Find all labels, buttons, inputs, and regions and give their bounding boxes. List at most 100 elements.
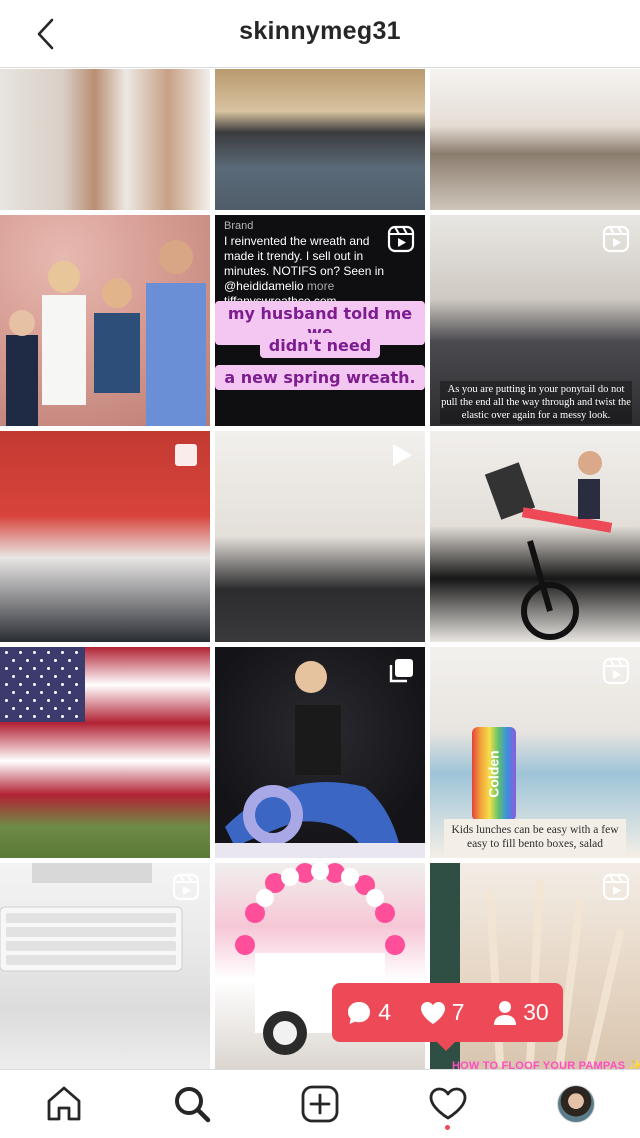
square-icon (175, 444, 197, 466)
flag-star (54, 691, 57, 694)
flag-star (19, 683, 22, 686)
profile-username-title: skinnymeg31 (239, 17, 401, 45)
search-icon (175, 1087, 211, 1123)
flag-star (33, 715, 36, 718)
flag-star (75, 667, 78, 670)
flag-star (5, 683, 8, 686)
flag-canton (0, 647, 85, 722)
comments-count-label: 4 (378, 999, 392, 1025)
flag-star (33, 651, 36, 654)
post-tile-3[interactable] (430, 69, 640, 210)
reels-icon (602, 225, 630, 253)
flag-star (33, 683, 36, 686)
flag-star (47, 699, 50, 702)
flag-star (19, 715, 22, 718)
flag-star (40, 675, 43, 678)
post-overlay-text: HOW TO FLOOF YOUR PAMPAS ✨ (452, 1060, 640, 1069)
top-bar: skinnymeg31 (0, 0, 640, 68)
bottle-text: Colden (486, 750, 503, 798)
flag-star (47, 667, 50, 670)
followers-count-label: 30 (523, 999, 549, 1025)
flag-star (68, 691, 71, 694)
bike-photo-illustration (484, 451, 613, 640)
flag-star (5, 715, 8, 718)
post-tile-2[interactable] (215, 69, 425, 210)
flag-star (47, 683, 50, 686)
person-icon (494, 1000, 517, 1025)
comment-icon (348, 1001, 371, 1024)
post-tile-13[interactable] (0, 863, 210, 1069)
post-tile-12[interactable]: Colden Kids lunches can be easy with a f… (430, 647, 640, 858)
overlay-text-line-3: a new spring wreath. (215, 365, 425, 390)
bottom-navigation (0, 1069, 640, 1138)
comments-count: 4 (346, 999, 391, 1026)
post-tile-7[interactable] (0, 431, 210, 642)
flag-star (61, 683, 64, 686)
overlay-text-line-2: didn't need (259, 333, 381, 358)
flag-star (61, 715, 64, 718)
flag-star (61, 699, 64, 702)
flag-star (75, 715, 78, 718)
flag-star (19, 699, 22, 702)
post-tile-10[interactable] (0, 647, 210, 858)
flag-star (19, 651, 22, 654)
bottle-graphic: Colden (472, 727, 516, 821)
post-tile-4[interactable] (0, 215, 210, 426)
play-icon (393, 444, 412, 466)
flag-star (54, 659, 57, 662)
flag-star (61, 651, 64, 654)
flag-star (19, 667, 22, 670)
flag-star (26, 675, 29, 678)
flag-star (5, 699, 8, 702)
flag-star (33, 667, 36, 670)
reels-icon (602, 873, 630, 901)
new-post-icon (301, 1085, 339, 1123)
nav-home-button[interactable] (32, 1074, 96, 1134)
flag-star (12, 659, 15, 662)
caption-more-link: more (306, 279, 335, 293)
flag-star (26, 707, 29, 710)
flag-star (12, 691, 15, 694)
flag-star (40, 707, 43, 710)
flag-star (75, 699, 78, 702)
flag-star (40, 691, 43, 694)
post-tile-6[interactable]: As you are putting in your ponytail do n… (430, 215, 640, 426)
activity-indicator-dot (445, 1125, 450, 1130)
activity-notification-bubble[interactable]: 4 7 30 (332, 983, 563, 1051)
reels-icon (172, 873, 200, 901)
nav-activity-button[interactable] (416, 1074, 480, 1134)
post-tile-9[interactable] (430, 431, 640, 642)
post-caption: Brand I reinvented the wreath and made i… (224, 219, 394, 309)
reels-icon (602, 657, 630, 685)
carousel-icon (389, 659, 413, 683)
flag-star (5, 651, 8, 654)
posts-grid: Brand I reinvented the wreath and made i… (0, 69, 640, 1069)
likes-count-label: 7 (451, 999, 465, 1025)
flag-star (54, 707, 57, 710)
post-overlay-text: Kids lunches can be easy with a few easy… (444, 819, 626, 855)
heart-icon (420, 1001, 445, 1024)
flag-star (68, 659, 71, 662)
flag-star (75, 651, 78, 654)
flag-star (12, 707, 15, 710)
flag-star (40, 659, 43, 662)
caption-brand-label: Brand (224, 220, 254, 232)
flag-star (75, 683, 78, 686)
flag-star (33, 699, 36, 702)
nav-profile-button[interactable] (544, 1074, 608, 1134)
nav-new-post-button[interactable] (288, 1074, 352, 1134)
post-tile-5[interactable]: Brand I reinvented the wreath and made i… (215, 215, 425, 426)
flag-star (5, 667, 8, 670)
post-tile-1[interactable] (0, 69, 210, 210)
family-photo-illustration (6, 240, 206, 426)
flag-star (54, 675, 57, 678)
flag-star (26, 691, 29, 694)
post-tile-11[interactable] (215, 647, 425, 858)
followers-count: 30 (493, 999, 549, 1026)
profile-avatar (557, 1085, 595, 1123)
flag-star (26, 659, 29, 662)
flag-star (68, 707, 71, 710)
flag-star (47, 715, 50, 718)
nav-search-button[interactable] (160, 1074, 224, 1134)
post-tile-8[interactable] (215, 431, 425, 642)
